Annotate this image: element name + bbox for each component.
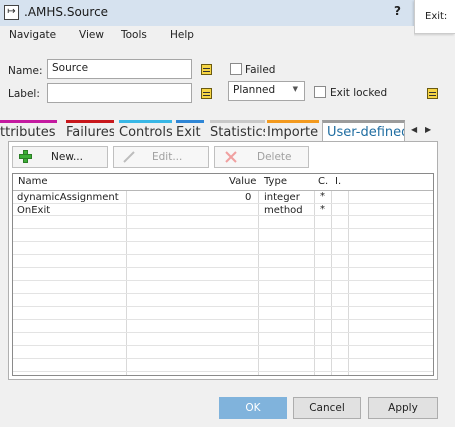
new-button[interactable]: New... bbox=[12, 146, 108, 168]
tab-scroll-right-icon[interactable]: ▶ bbox=[425, 125, 431, 134]
delete-x-icon bbox=[225, 151, 237, 163]
cancel-button[interactable]: Cancel bbox=[293, 397, 361, 419]
exit-locked-checkbox[interactable] bbox=[314, 86, 326, 98]
row-type: integer bbox=[264, 192, 300, 203]
column-header-value[interactable]: Value bbox=[229, 176, 256, 187]
edit-button-label: Edit... bbox=[152, 151, 183, 163]
row-value: 0 bbox=[245, 192, 252, 203]
help-button[interactable]: ? bbox=[394, 4, 401, 18]
pencil-icon bbox=[123, 151, 135, 163]
exit-arrow-icon: ↦ bbox=[4, 5, 19, 20]
tab-scroll-left-icon[interactable]: ◀ bbox=[411, 125, 417, 134]
column-header-name[interactable]: Name bbox=[18, 176, 48, 187]
new-button-label: New... bbox=[51, 151, 83, 163]
name-label: Name: bbox=[8, 65, 43, 77]
tab-attributes[interactable]: ttributes bbox=[0, 120, 57, 142]
dropdown-arrow-icon: ▼ bbox=[292, 85, 298, 93]
row-c: * bbox=[320, 191, 325, 202]
row-name: OnExit bbox=[17, 205, 51, 216]
tab-strip: ttributes Failures Controls Exit Statist… bbox=[0, 116, 455, 142]
ok-button[interactable]: OK bbox=[219, 397, 287, 419]
row-c: * bbox=[320, 204, 325, 215]
column-header-type[interactable]: Type bbox=[264, 176, 287, 187]
tab-statistics[interactable]: Statistics bbox=[210, 120, 265, 142]
table-header: Name Value Type C. I. bbox=[13, 174, 433, 191]
menu-navigate[interactable]: Navigate bbox=[9, 29, 56, 41]
tab-controls[interactable]: Controls bbox=[119, 120, 172, 142]
column-header-i[interactable]: I. bbox=[335, 176, 341, 187]
status-value: Planned bbox=[233, 84, 276, 96]
failed-label: Failed bbox=[245, 64, 276, 76]
menu-bar: Navigate View Tools Help bbox=[0, 26, 414, 46]
tooltip-text: Exit: bbox=[425, 11, 448, 22]
menu-tools[interactable]: Tools bbox=[121, 29, 147, 41]
row-name: dynamicAssignment bbox=[17, 192, 119, 203]
edit-button[interactable]: Edit... bbox=[113, 146, 209, 168]
user-defined-panel: New... Edit... Delete Name Value Type C.… bbox=[8, 141, 438, 380]
status-select[interactable]: Planned ▼ bbox=[228, 81, 305, 101]
menu-help[interactable]: Help bbox=[170, 29, 194, 41]
delete-button[interactable]: Delete bbox=[214, 146, 309, 168]
attributes-table[interactable]: Name Value Type C. I. dynamicAssignment … bbox=[12, 173, 434, 376]
delete-button-label: Delete bbox=[257, 151, 292, 163]
label-input[interactable] bbox=[47, 83, 192, 103]
name-inherit-icon[interactable] bbox=[201, 64, 212, 75]
label-label: Label: bbox=[8, 88, 40, 100]
exit-locked-label: Exit locked bbox=[330, 87, 388, 99]
column-header-c[interactable]: C. bbox=[318, 176, 328, 187]
tooltip-popup: Exit: bbox=[414, 0, 455, 34]
title-bar: ↦ .AMHS.Source ? bbox=[0, 0, 455, 26]
plus-icon bbox=[19, 150, 32, 163]
tab-exit[interactable]: Exit bbox=[176, 120, 204, 142]
name-input[interactable]: Source bbox=[47, 59, 192, 79]
row-type: method bbox=[264, 205, 303, 216]
tab-failures[interactable]: Failures bbox=[66, 120, 114, 142]
label-inherit-icon[interactable] bbox=[201, 88, 212, 99]
failed-checkbox[interactable] bbox=[230, 63, 242, 75]
exit-locked-inherit-icon[interactable] bbox=[427, 88, 438, 99]
apply-button[interactable]: Apply bbox=[368, 397, 438, 419]
window-title: .AMHS.Source bbox=[24, 5, 109, 19]
menu-view[interactable]: View bbox=[79, 29, 104, 41]
tab-user-defined[interactable]: User-defined bbox=[322, 120, 405, 142]
tab-importer[interactable]: Importer bbox=[267, 120, 319, 142]
